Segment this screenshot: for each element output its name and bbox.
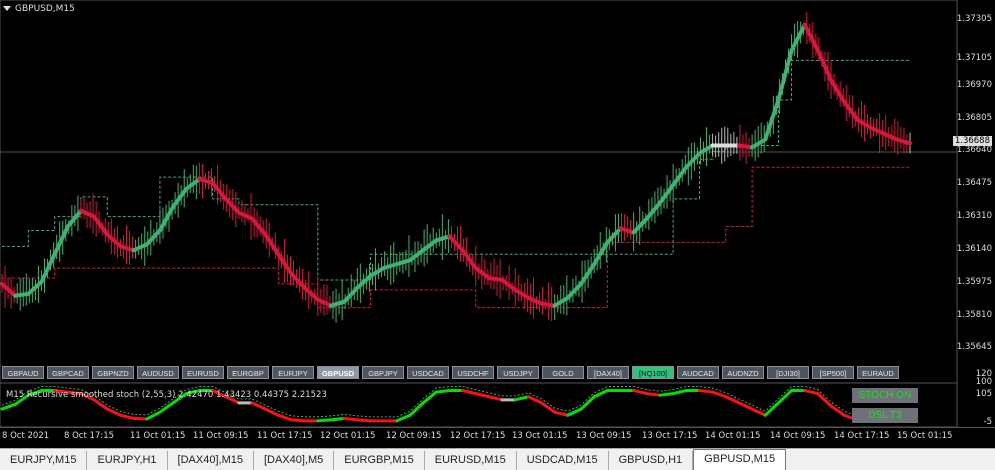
symbol-button-usdjpy[interactable]: USDJPY [497, 366, 539, 379]
stoch-segment [645, 392, 662, 397]
symbol-button-usdchf[interactable]: USDCHF [452, 366, 494, 379]
price-tick-label: 1.36475 [956, 178, 992, 188]
symbol-button-audusd[interactable]: AUDUSD [137, 366, 179, 379]
symbol-button-nq100[interactable]: [NQ100] [632, 366, 674, 379]
chart-title[interactable]: GBPUSD,M15 [3, 4, 75, 14]
symbol-button-gbpusd[interactable]: GBPUSD [317, 366, 359, 379]
symbol-button-eurgbp[interactable]: EURGBP [227, 366, 269, 379]
price-tick-label: 1.35975 [956, 276, 992, 287]
stoch-segment [697, 389, 715, 394]
chart-tabs: EURJPY,M15 EURJPY,H1 [DAX40],M15 [DAX40],M5… [0, 448, 995, 470]
price-tick-label: 1.37105 [956, 53, 992, 64]
price-tick-label: 1.35810 [956, 309, 992, 320]
stoch-indicator-label: M15 Recursive smoothed stoch (2,55,3) 2.… [6, 390, 327, 400]
time-axis[interactable]: 8 Oct 2021 8 Oct 17:15 11 Oct 01:15 11 Oct … [0, 427, 995, 444]
stoch-segment [342, 416, 359, 422]
stoch-scale-105: 105 [975, 389, 992, 399]
symbol-button-usdcad[interactable]: USDCAD [407, 366, 449, 379]
symbol-button-euraud[interactable]: EURAUD [857, 366, 899, 379]
symbol-button-audnzd[interactable]: AUDNZD [722, 366, 764, 379]
chart-symbol-label: GBPUSD,M15 [15, 4, 75, 14]
symbol-button-audcad[interactable]: AUDCAD [677, 366, 719, 379]
price-tick-label: 1.36970 [956, 80, 992, 91]
stoch-segment [434, 389, 451, 394]
stoch-scale-minus5: -5 [983, 417, 992, 427]
tab-gbpusdh1[interactable]: GBPUSD,H1 [609, 451, 694, 470]
time-tick-label: 15 Oct 01:15 [897, 431, 953, 441]
symbol-button-bar: GBPAUD GBPCAD GBPNZD AUDUSD EURUSD EURGBP EURJ… [2, 366, 902, 381]
stoch-segment [329, 416, 346, 422]
stoch-segment [316, 418, 333, 423]
tab-usdcadm15[interactable]: USDCAD,M15 [517, 451, 609, 470]
symbol-button-gbpcad[interactable]: GBPCAD [47, 366, 89, 379]
time-tick-label: 13 Oct 09:15 [576, 431, 632, 441]
stoch-segment [355, 418, 372, 423]
stoch-on-badge[interactable]: STOCH ON [852, 388, 918, 403]
time-tick-label: 12 Oct 01:15 [320, 431, 376, 441]
dsl-t3-badge[interactable]: DSL T3 [852, 408, 918, 423]
time-tick-label: 11 Oct 01:15 [130, 431, 186, 441]
tab-dax40m5[interactable]: [DAX40],M5 [254, 451, 335, 470]
tab-eurusdm15[interactable]: EURUSD,M15 [425, 451, 517, 470]
stoch-scale-100: 100 [975, 377, 992, 387]
plot-frame [0, 0, 958, 384]
stoch-subwindow[interactable]: M15 Recursive smoothed stoch (2,55,3) 2.… [0, 369, 995, 428]
tab-eurjpyh1[interactable]: EURJPY,H1 [87, 451, 168, 470]
time-tick-label: 12 Oct 09:15 [386, 431, 442, 441]
tab-eurjpym15[interactable]: EURJPY,M15 [0, 451, 88, 470]
stoch-segment [658, 392, 675, 397]
time-tick-label: 11 Oct 17:15 [257, 431, 313, 441]
symbol-button-dax40[interactable]: [DAX40] [587, 366, 629, 379]
symbol-button-eurjpy[interactable]: EURJPY [272, 366, 314, 379]
price-tick-label: 1.36805 [956, 112, 992, 123]
time-tick-label: 11 Oct 09:15 [193, 431, 249, 441]
time-tick-label: 14 Oct 01:15 [705, 431, 761, 441]
price-axis[interactable]: 1.37305 1.37105 1.36970 1.36805 1.36640 1.364… [952, 0, 995, 383]
stoch-segment [132, 416, 149, 421]
price-tick-label: 1.37305 [956, 13, 992, 24]
symbol-button-gbpaud[interactable]: GBPAUD [2, 366, 44, 379]
price-chart[interactable]: GBPUSD,M15 1.37305 1.37105 1.36970 1.36805 1… [0, 0, 995, 384]
price-tick-label: 1.36310 [956, 210, 992, 221]
time-tick-label: 8 Oct 2021 [2, 431, 50, 441]
stoch-segment [290, 418, 307, 423]
symbol-button-sp500[interactable]: [SP500] [812, 366, 854, 379]
symbol-button-eurusd[interactable]: EURUSD [182, 366, 224, 379]
time-tick-label: 14 Oct 09:15 [770, 431, 826, 441]
tab-gbpusdm15[interactable]: GBPUSD,M15 [693, 449, 787, 470]
time-tick-label: 13 Oct 17:15 [642, 431, 698, 441]
time-tick-label: 14 Oct 17:15 [834, 431, 890, 441]
symbol-button-gbpnzd[interactable]: GBPNZD [92, 366, 134, 379]
symbol-button-gold[interactable]: GOLD [542, 366, 584, 379]
price-tick-label: 1.36640 [956, 145, 992, 156]
current-price-label: 1.36688 [952, 135, 992, 146]
time-tick-label: 8 Oct 17:15 [64, 431, 115, 441]
time-tick-label: 13 Oct 01:15 [512, 431, 568, 441]
dropdown-triangle-icon[interactable] [3, 6, 11, 11]
price-tick-label: 1.35645 [956, 342, 992, 353]
time-tick-label: 12 Oct 17:15 [450, 431, 506, 441]
tab-eurgbpm15[interactable]: EURGBP,M15 [334, 451, 425, 470]
tab-dax40m15[interactable]: [DAX40],M15 [168, 451, 254, 470]
symbol-button-gbpjpy[interactable]: GBPJPY [362, 366, 404, 379]
price-tick-label: 1.36140 [956, 244, 992, 255]
price-chart-canvas[interactable] [0, 0, 995, 384]
symbol-button-dji30[interactable]: [DJI30] [767, 366, 809, 379]
